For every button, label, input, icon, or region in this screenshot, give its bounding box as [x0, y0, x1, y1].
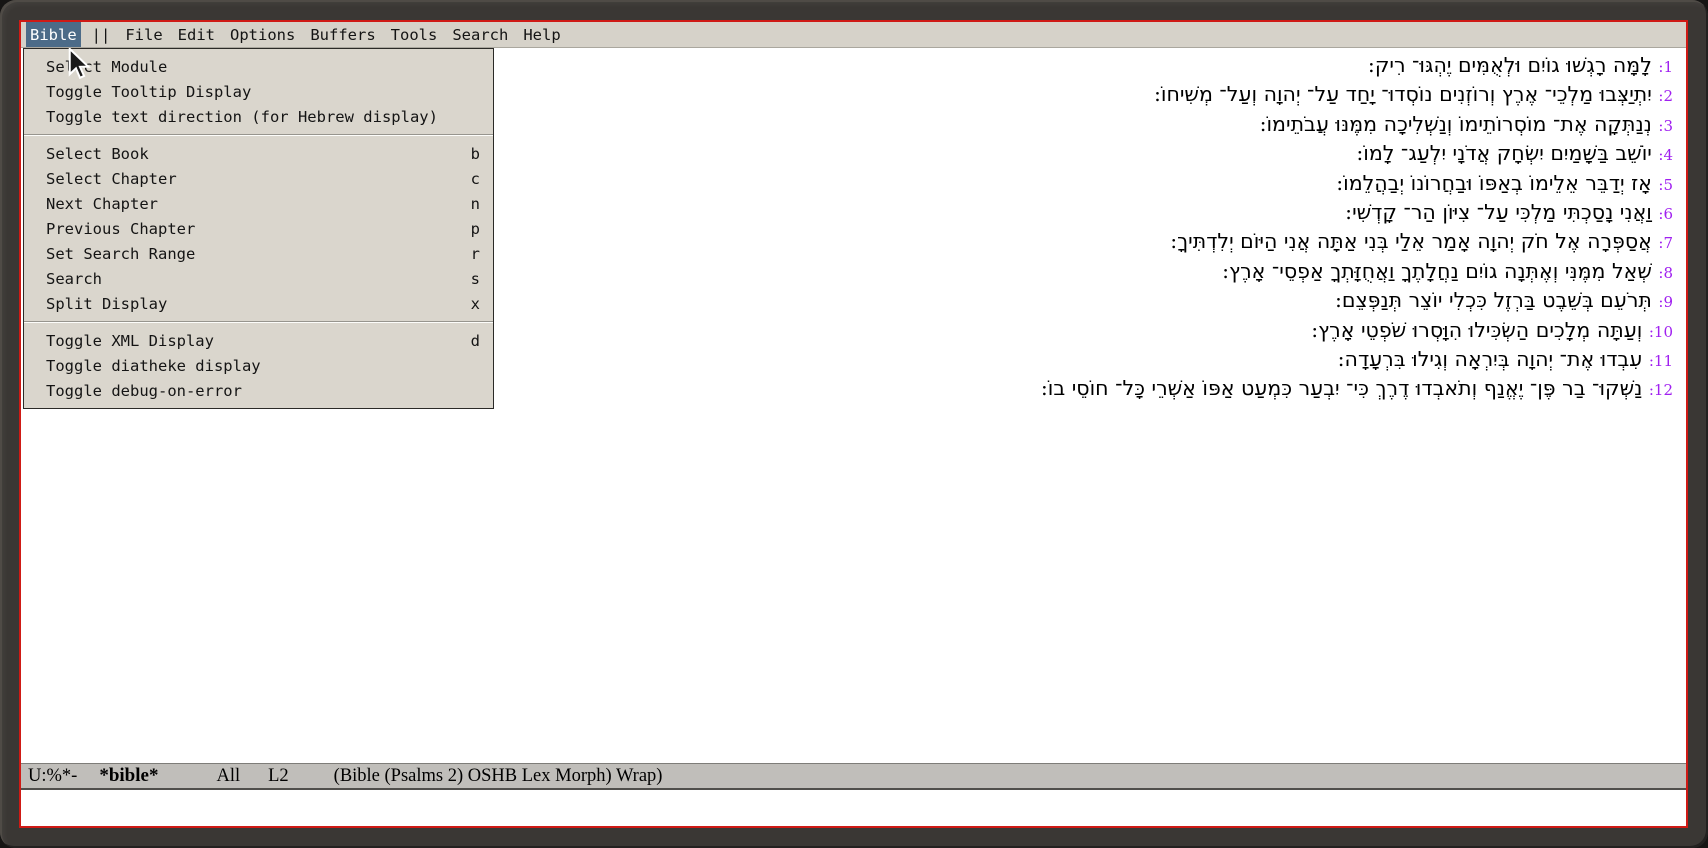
menu-item-select-book[interactable]: Select Book b — [24, 141, 493, 166]
menu-item-toggle-tooltip-display[interactable]: Toggle Tooltip Display — [24, 79, 493, 104]
menu-bar: Bible ||File Edit Options Buffers ToolsSearch… — [21, 22, 1686, 48]
menu-item-label: Toggle debug-on-error — [46, 382, 242, 400]
verse-text: עִבְדוּ אֶת־ יְהוָה בְּיִרְאָה וְגִילוּ … — [1338, 347, 1649, 371]
menu-item-label: Set Search Range — [46, 245, 195, 263]
verse-text: וַאֲנִי נָסַכְתִּי מַלְכִּי עַל־ צִיּוֹן… — [1345, 200, 1658, 224]
verse-number: 2: — [1658, 87, 1673, 105]
menubar-item-buffers[interactable]: Buffers — [306, 22, 379, 47]
verse-number: 10: — [1649, 323, 1673, 341]
menubar-item-help[interactable]: Help — [519, 22, 564, 47]
menu-item-toggle-xml-display[interactable]: Toggle XML Display d — [24, 328, 493, 353]
modeline-position: All — [216, 766, 240, 787]
menu-item-label: Previous Chapter — [46, 220, 195, 238]
menu-item-select-module[interactable]: Select Module — [24, 54, 493, 79]
verse-text: אָז יְדַבֵּר אֵלֵימוֹ בְאַפּוֹ וּבַחֲרוֹ… — [1336, 171, 1658, 195]
menu-item-label: Toggle diatheke display — [46, 357, 261, 375]
menu-item-shortcut: b — [471, 145, 480, 163]
menu-item-toggle-text-direction-for-hebrew-display-[interactable]: Toggle text direction (for Hebrew displa… — [24, 104, 493, 129]
verse-text: וְעַתָּה מְלָכִים הַשְׂכִּילוּ הִוָּסְרו… — [1311, 318, 1649, 342]
menu-item-toggle-debug-on-error[interactable]: Toggle debug-on-error — [24, 378, 493, 403]
menu-item-label: Next Chapter — [46, 195, 158, 213]
mode-line[interactable]: U:%*- *bible* All L2 (Bible (Psalms 2) O… — [21, 763, 1686, 790]
verse-number: 1: — [1658, 58, 1673, 76]
menu-item-shortcut: d — [471, 332, 480, 350]
menu-item-label: Split Display — [46, 295, 167, 313]
modeline-flags: U:%*- — [28, 766, 77, 787]
verse-number: 7: — [1658, 234, 1673, 252]
menu-separator — [24, 321, 493, 323]
menubar-item-file[interactable]: File — [121, 22, 166, 47]
menubar-item-search[interactable]: Search — [448, 22, 512, 47]
menu-item-shortcut: n — [471, 195, 480, 213]
window-frame: Bible||FileEditOptionsBuffersToolsSearch… — [0, 0, 1708, 848]
menu-item-select-chapter[interactable]: Select Chapter c — [24, 166, 493, 191]
menubar-item-tools[interactable]: Tools — [387, 22, 442, 47]
menu-item-next-chapter[interactable]: Next Chapter n — [24, 191, 493, 216]
menu-item-label: Select Book — [46, 145, 149, 163]
menu-item-label: Toggle Tooltip Display — [46, 83, 251, 101]
bible-menu-dropdown: Select Module Toggle Tooltip Display Toggl… — [23, 48, 494, 409]
menu-item-set-search-range[interactable]: Set Search Range r — [24, 241, 493, 266]
menu-separator — [24, 134, 493, 136]
echo-area[interactable] — [21, 790, 1686, 826]
menu-item-label: Toggle XML Display — [46, 332, 214, 350]
verse-number: 8: — [1658, 264, 1673, 282]
verse-number: 4: — [1658, 146, 1673, 164]
verse-text: יִתְיַצְּבוּ מַלְכֵי־ אֶרֶץ וְרוֹזְנִים … — [1154, 82, 1658, 106]
menu-item-previous-chapter[interactable]: Previous Chapter p — [24, 216, 493, 241]
verse-text: לָמָּה רָגְשׁוּ גוֹיִם וּלְאֻמִּים יֶהְג… — [1368, 53, 1658, 77]
menu-item-search[interactable]: Search s — [24, 266, 493, 291]
verse-number: 5: — [1658, 176, 1673, 194]
modeline-buffer-name: *bible* — [99, 765, 158, 787]
menu-item-label: Toggle text direction (for Hebrew displa… — [46, 108, 438, 126]
menu-item-shortcut: s — [471, 270, 480, 288]
modeline-modes: (Bible (Psalms 2) OSHB Lex Morph) Wrap) — [334, 766, 663, 787]
menubar-item-[interactable]: || — [88, 22, 115, 47]
verse-text: אֲסַפְּרָה אֶל חֹק יְהוָה אָמַר אֵלַי בְ… — [1170, 229, 1658, 253]
verse-number: 9: — [1658, 293, 1673, 311]
verse-number: 3: — [1658, 117, 1673, 135]
menu-item-split-display[interactable]: Split Display x — [24, 291, 493, 316]
verse-number: 6: — [1658, 205, 1673, 223]
verse-number: 12: — [1649, 381, 1673, 399]
verse-number: 11: — [1649, 352, 1673, 370]
verse-text: שְׁאַל מִמֶּנִּי וְאֶתְּנָה גוֹיִם נַחֲל… — [1222, 259, 1658, 283]
menu-item-shortcut: p — [471, 220, 480, 238]
menu-item-toggle-diatheke-display[interactable]: Toggle diatheke display — [24, 353, 493, 378]
menu-item-label: Select Chapter — [46, 170, 177, 188]
menu-item-shortcut: r — [471, 245, 480, 263]
emacs-window: Bible||FileEditOptionsBuffersToolsSearch… — [19, 20, 1688, 828]
verse-text: נְנַתְּקָה אֶת־ מוֹסְרוֹתֵימוֹ וְנַשְׁלִ… — [1260, 112, 1659, 136]
menu-item-shortcut: x — [471, 295, 480, 313]
menu-item-label: Search — [46, 270, 102, 288]
verse-text: יוֹשֵׁב בַּשָּׁמַיִם יִשְׂחָק אֲדֹנָי יִ… — [1356, 141, 1658, 165]
menubar-item-bible[interactable]: Bible — [26, 22, 81, 47]
menu-item-shortcut: c — [471, 170, 480, 188]
modeline-line-number: L2 — [268, 766, 289, 787]
menu-item-label: Select Module — [46, 58, 167, 76]
verse-text: תְּרֹעֵם בְּשֵׁבֶט בַּרְזֶל כִּכְלִי יוֹ… — [1335, 288, 1658, 312]
menubar-item-edit[interactable]: Edit — [174, 22, 219, 47]
verse-text: נַשְּׁקוּ־ בַר פֶּן־ יֶאֱנַף וְתֹאבְדוּ … — [1041, 376, 1649, 400]
menubar-item-options[interactable]: Options — [226, 22, 299, 47]
